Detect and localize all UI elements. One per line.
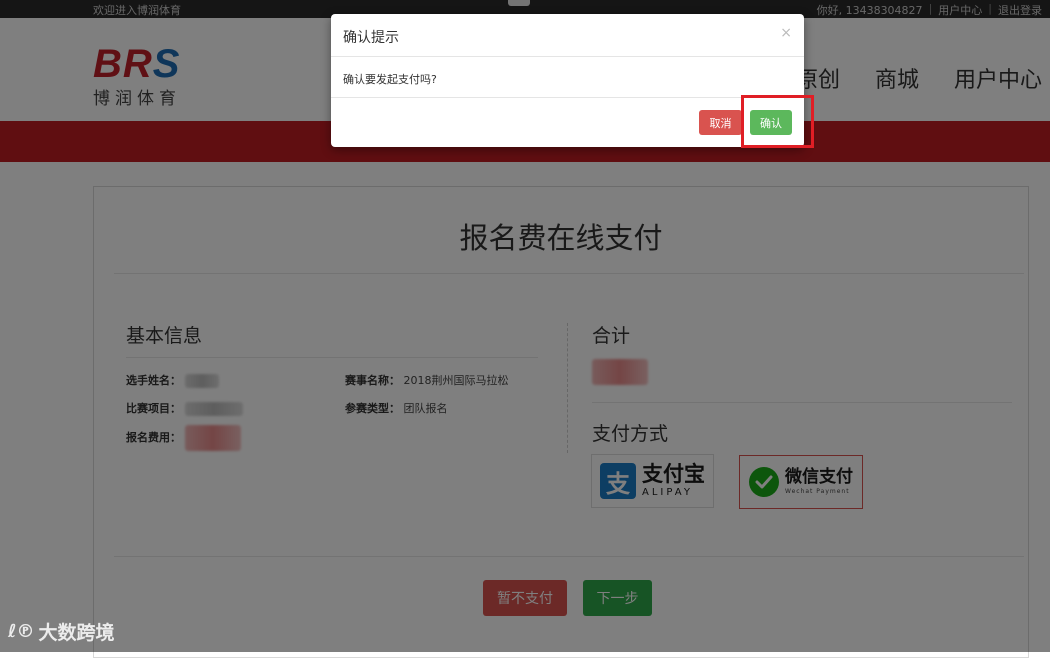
divider	[331, 56, 804, 57]
dialog-title: 确认提示	[343, 30, 399, 46]
watermark-text: 大数跨境	[38, 622, 115, 644]
dialog-message: 确认要发起支付吗?	[343, 73, 437, 86]
confirm-highlight-box	[741, 95, 814, 148]
cancel-button[interactable]: 取消	[699, 110, 742, 135]
watermark-logo: ℓ℗	[8, 621, 35, 642]
watermark: ℓ℗ 大数跨境	[8, 618, 115, 645]
close-icon[interactable]: ×	[780, 25, 792, 41]
divider	[331, 97, 804, 98]
confirm-dialog: 确认提示 × 确认要发起支付吗? 取消 确认	[331, 14, 804, 147]
